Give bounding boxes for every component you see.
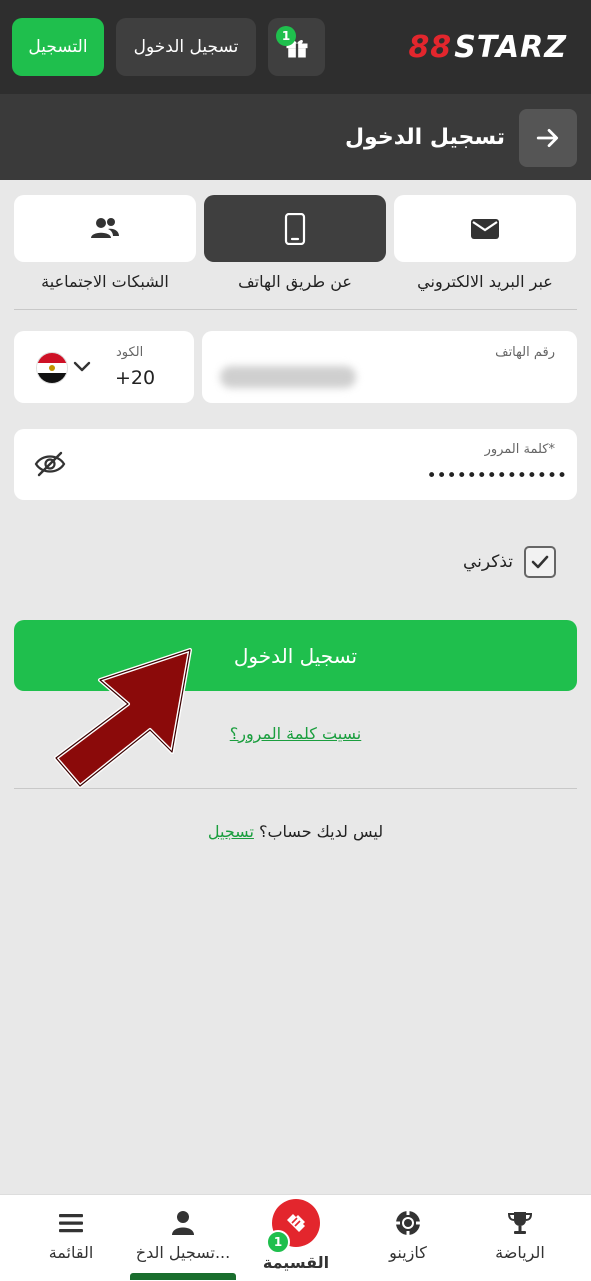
nav-casino-label: كازينو [389,1243,427,1262]
remember-me-label: تذكرني [462,552,513,572]
chevron-down-icon [73,361,91,372]
phone-icon [284,212,306,245]
method-social-label: الشبكات الاجتماعية [41,272,169,291]
code-label: الكود [116,345,144,360]
no-account-row: ليس لديك حساب؟ تسجيل [0,822,591,841]
trophy-icon [507,1212,533,1234]
nav-login[interactable]: تسجيل الدخ... [124,1195,242,1281]
nav-active-indicator [130,1273,236,1280]
envelope-icon [471,218,499,239]
login-button[interactable]: تسجيل الدخول [116,18,256,76]
gift-button[interactable] [268,18,325,76]
phone-value-redacted [220,366,356,388]
phone-field-label: رقم الهاتف [495,345,555,360]
nav-login-label: تسجيل الدخ... [135,1243,231,1262]
coupon-badge: 1 [266,1230,290,1254]
user-icon [172,1211,194,1235]
method-email[interactable] [394,195,576,262]
nav-coupon-label: القسيمة [262,1253,330,1272]
logo-text: STARZ [454,29,567,65]
nav-casino[interactable]: كازينو [349,1195,467,1281]
gift-badge: 1 [276,26,296,46]
logo-mark: 88 [408,29,453,65]
nav-sports-label: الرياضة [495,1243,545,1262]
checkmark-icon [531,555,549,569]
method-phone-label: عن طريق الهاتف [238,272,352,291]
register-link[interactable]: تسجيل [208,822,254,841]
ticket-icon [287,1214,305,1232]
back-button[interactable] [519,109,577,167]
method-email-label: عبر البريد الالكتروني [417,272,553,291]
remember-me-checkbox[interactable] [524,546,556,578]
divider [14,309,577,310]
code-value: +20 [115,367,156,389]
nav-sports[interactable]: الرياضة [461,1195,579,1281]
password-field[interactable] [14,429,577,500]
page-title: تسجيل الدخول [344,124,505,150]
method-phone[interactable] [204,195,386,262]
pointer-arrow-overlay [54,648,192,788]
top-bar: التسجيل تسجيل الدخول 1 88 STARZ [0,0,591,94]
menu-icon [59,1214,83,1233]
method-social[interactable] [14,195,196,262]
register-button[interactable]: التسجيل [12,18,104,76]
casino-chip-icon [396,1211,420,1235]
password-value: •••••••••••••• [426,466,567,486]
no-account-text: ليس لديك حساب؟ [259,822,384,841]
brand-logo[interactable]: 88 STARZ [408,29,567,65]
password-label: كلمة المرور* [484,442,555,457]
arrow-right-icon [536,129,559,147]
nav-menu-label: القائمة [48,1243,94,1262]
title-bar: تسجيل الدخول [0,94,591,180]
nav-menu[interactable]: القائمة [12,1195,130,1281]
eye-slash-icon[interactable] [34,451,66,477]
users-icon [91,217,119,238]
egypt-flag-icon [36,352,68,384]
